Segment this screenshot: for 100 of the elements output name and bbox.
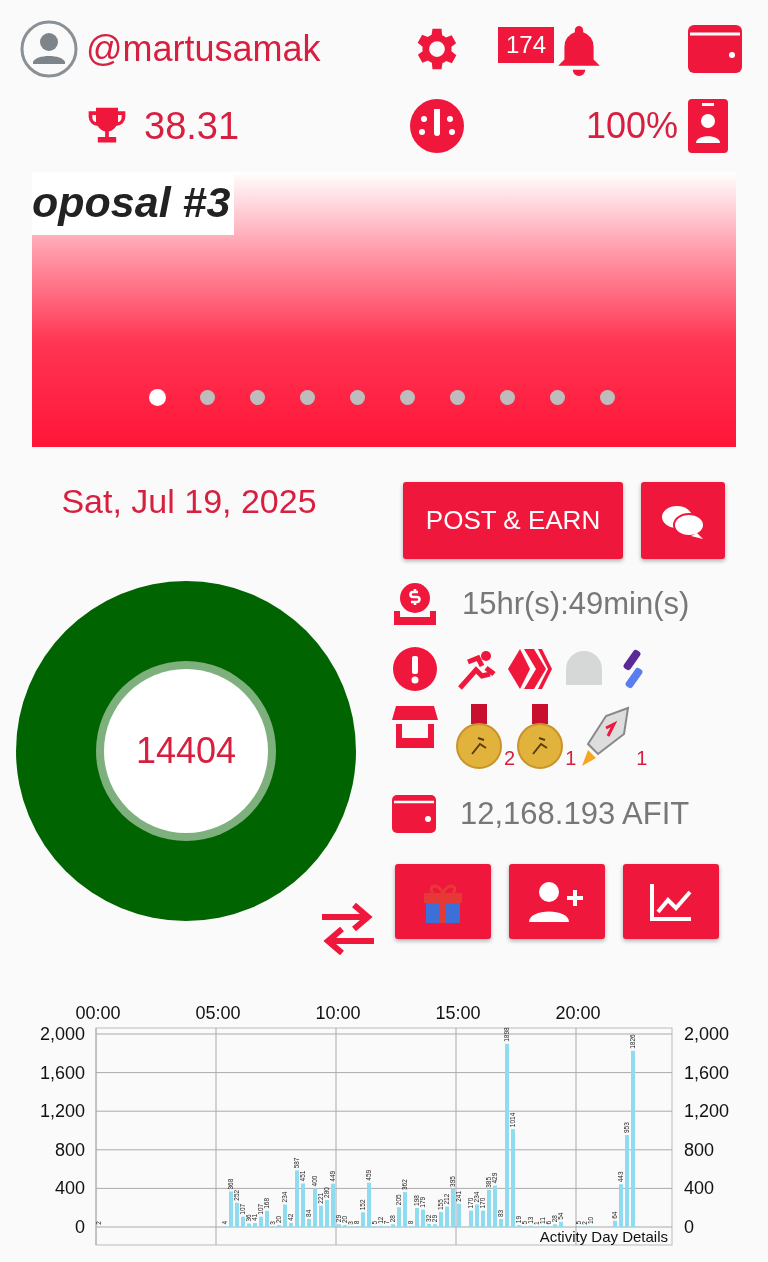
wallet-icon[interactable] xyxy=(688,25,742,73)
carousel-dot[interactable] xyxy=(549,390,565,405)
bar xyxy=(433,1224,437,1227)
time-remaining: 15hr(s):49min(s) xyxy=(462,586,690,622)
date-label: Sat, Jul 19, 2025 xyxy=(61,482,317,521)
bar xyxy=(253,1223,257,1227)
bar xyxy=(229,1191,233,1227)
y-axis-label: 0 xyxy=(684,1217,694,1237)
bar xyxy=(283,1204,287,1227)
add-person-icon xyxy=(529,879,585,924)
bar xyxy=(613,1220,617,1227)
x-axis-label: 00:00 xyxy=(75,1003,121,1023)
y-axis-label: 800 xyxy=(54,1139,85,1160)
bar xyxy=(619,1184,623,1227)
x-axis-label: 05:00 xyxy=(195,1003,241,1023)
carousel-dot[interactable] xyxy=(349,390,365,405)
bar xyxy=(493,1185,497,1227)
avatar-icon[interactable] xyxy=(20,20,78,78)
add-friend-button[interactable] xyxy=(509,864,605,939)
carousel-dot[interactable] xyxy=(599,390,615,405)
bar xyxy=(307,1218,311,1227)
reward-count: 1 xyxy=(565,747,577,770)
chat-button[interactable] xyxy=(641,482,725,559)
bar xyxy=(289,1222,293,1227)
carousel-dot[interactable] xyxy=(199,390,215,405)
bar xyxy=(553,1224,557,1227)
bar xyxy=(397,1207,401,1227)
promo-banner[interactable]: oposal #3 xyxy=(32,172,736,447)
bar xyxy=(313,1188,317,1227)
bar xyxy=(403,1192,407,1227)
carousel-dot[interactable] xyxy=(249,390,265,405)
bar xyxy=(475,1204,479,1227)
y-axis-label: 2,000 xyxy=(684,1024,730,1044)
carousel-dot[interactable] xyxy=(148,389,166,406)
medal-icon xyxy=(517,704,564,770)
notification-badge: 174 xyxy=(498,27,555,63)
bar xyxy=(241,1216,245,1227)
bar xyxy=(415,1207,419,1227)
runner-icon xyxy=(456,648,498,690)
x-axis-label: 20:00 xyxy=(555,1003,601,1023)
post-earn-button[interactable]: POST & EARN xyxy=(403,482,623,559)
carousel-dot[interactable] xyxy=(449,390,465,405)
bar xyxy=(331,1183,335,1227)
y-axis-label: 1,600 xyxy=(39,1062,85,1083)
bar xyxy=(235,1202,239,1227)
balance: 12,168.193 AFIT xyxy=(460,796,690,832)
bar xyxy=(361,1212,365,1227)
carousel-dot[interactable] xyxy=(499,390,515,405)
username: @martusamak xyxy=(86,28,321,70)
bar xyxy=(391,1224,395,1227)
bar xyxy=(427,1223,431,1227)
alert-icon xyxy=(392,646,438,692)
chart-title: Activity Day Details xyxy=(539,1228,668,1245)
bar xyxy=(481,1210,485,1227)
bar xyxy=(559,1221,563,1227)
y-axis-label: 2,000 xyxy=(39,1024,85,1044)
hexagon-logo-icon xyxy=(508,647,552,691)
y-axis-label: 400 xyxy=(54,1178,85,1199)
y-axis-label: 1,200 xyxy=(684,1101,730,1122)
percentage: 100% xyxy=(585,105,679,147)
line-chart-icon xyxy=(649,881,693,922)
y-axis-label: 0 xyxy=(75,1217,85,1237)
wallet-icon xyxy=(392,795,436,833)
bar xyxy=(337,1224,341,1227)
bar xyxy=(469,1210,473,1227)
bar xyxy=(247,1223,251,1227)
medal-icon xyxy=(456,704,502,770)
bar xyxy=(451,1188,455,1227)
bar xyxy=(295,1170,299,1227)
carousel-dot[interactable] xyxy=(399,390,415,405)
step-count: 14404 xyxy=(135,730,237,772)
bar xyxy=(457,1203,461,1227)
reward-count: 2 xyxy=(504,747,516,770)
y-axis-label: 400 xyxy=(684,1178,715,1199)
banner-title: oposal #3 xyxy=(32,172,235,235)
x-axis-label: 10:00 xyxy=(315,1003,361,1023)
coin-icon xyxy=(392,581,438,627)
bar xyxy=(439,1212,443,1227)
bar xyxy=(421,1209,425,1227)
bar xyxy=(325,1200,329,1227)
stats-button[interactable] xyxy=(623,864,719,939)
bar xyxy=(367,1182,371,1227)
bar xyxy=(499,1219,503,1227)
x-axis-label: 15:00 xyxy=(435,1003,481,1023)
swap-icon[interactable] xyxy=(320,903,376,955)
bar xyxy=(487,1189,491,1227)
reward-count: 1 xyxy=(636,747,648,770)
bar xyxy=(301,1183,305,1227)
score: 38.31 xyxy=(144,104,240,148)
bar xyxy=(445,1206,449,1227)
gauge-icon[interactable] xyxy=(410,99,464,153)
y-axis-label: 1,200 xyxy=(39,1101,85,1122)
y-axis-label: 800 xyxy=(684,1139,715,1160)
y-axis-label: 1,600 xyxy=(684,1062,730,1083)
bar xyxy=(319,1205,323,1227)
contact-card-icon[interactable] xyxy=(688,99,728,153)
carousel-dot[interactable] xyxy=(299,390,315,405)
bar xyxy=(265,1210,269,1227)
bar xyxy=(259,1216,263,1227)
shop-icon xyxy=(392,704,438,750)
